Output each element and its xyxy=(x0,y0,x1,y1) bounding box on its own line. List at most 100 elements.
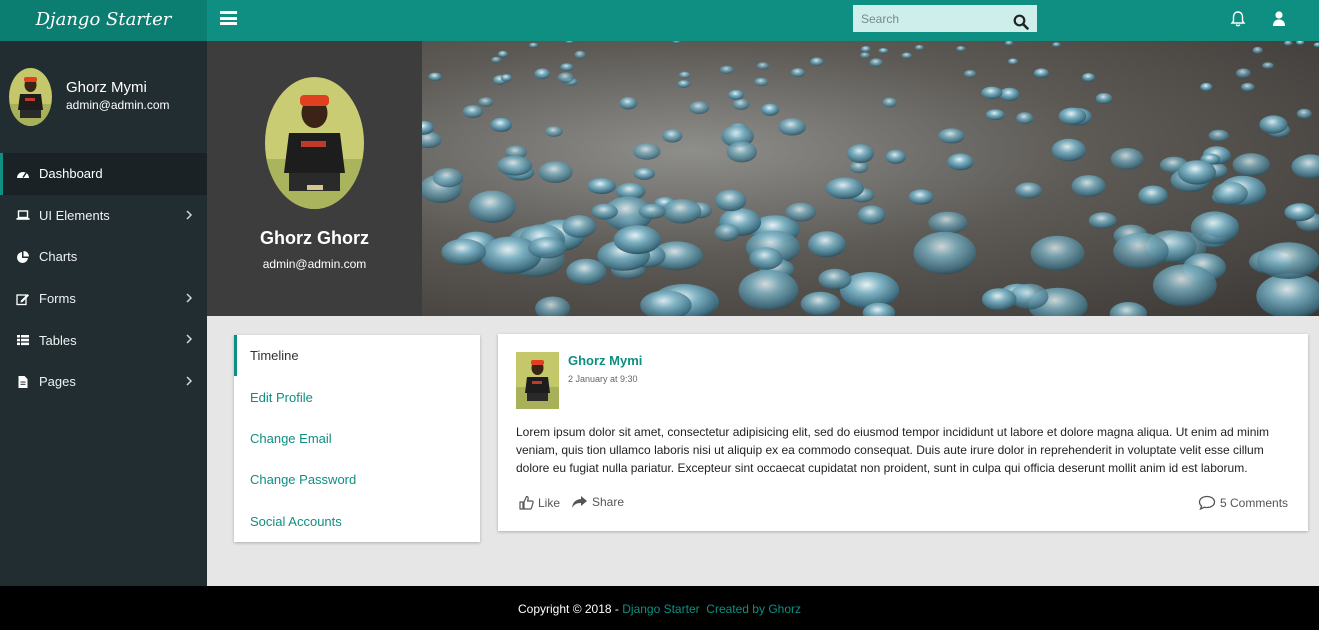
sidebar-item-dashboard[interactable]: Dashboard xyxy=(0,153,207,195)
water-droplet xyxy=(947,153,974,171)
sidebar-item-label: Charts xyxy=(39,249,78,265)
water-droplet xyxy=(1296,41,1305,45)
water-droplet xyxy=(908,189,934,205)
water-droplet xyxy=(1284,203,1315,222)
water-droplet xyxy=(857,205,886,225)
search-input[interactable] xyxy=(853,5,1003,32)
pie-chart-icon xyxy=(17,250,29,263)
water-droplet xyxy=(726,141,757,163)
water-droplet xyxy=(1095,93,1113,104)
brand-logo[interactable]: Django Starter xyxy=(0,0,207,41)
water-droplet xyxy=(441,238,486,265)
water-droplet xyxy=(1110,148,1144,170)
water-droplet xyxy=(500,74,512,82)
water-droplet xyxy=(938,128,965,144)
water-droplet xyxy=(728,89,744,100)
like-button[interactable]: Like xyxy=(519,495,560,510)
menu-item-social-accounts[interactable]: Social Accounts xyxy=(234,501,480,542)
water-droplet xyxy=(633,143,661,160)
water-droplet xyxy=(1252,46,1263,54)
footer-credit-link[interactable]: Created by Ghorz xyxy=(706,602,801,616)
water-droplet xyxy=(1152,264,1217,307)
water-droplet xyxy=(1256,273,1319,316)
water-droplet xyxy=(1259,115,1288,134)
menu-icon[interactable] xyxy=(220,11,237,25)
water-droplet xyxy=(672,41,681,44)
chevron-right-icon xyxy=(186,376,193,386)
water-droplet xyxy=(613,225,661,255)
sidebar-item-forms[interactable]: Forms xyxy=(0,278,207,320)
water-droplet xyxy=(560,63,574,71)
share-button[interactable]: Share xyxy=(571,495,624,509)
sidebar-item-ui-elements[interactable]: UI Elements xyxy=(0,195,207,237)
water-droplet xyxy=(778,118,806,136)
water-droplet xyxy=(1058,107,1087,125)
profile-email: admin@admin.com xyxy=(262,257,367,271)
water-droplet xyxy=(956,46,966,52)
timeline-post: Ghorz Mymi 2 January at 9:30 Lorem ipsum… xyxy=(498,334,1308,531)
water-droplet xyxy=(878,48,889,54)
water-droplet xyxy=(738,269,799,311)
water-droplet xyxy=(885,149,906,164)
water-droplet xyxy=(732,98,750,110)
water-droplet xyxy=(490,117,512,132)
water-droplet xyxy=(491,56,502,63)
chevron-right-icon xyxy=(186,334,193,344)
water-droplet xyxy=(1208,129,1229,142)
water-droplet xyxy=(1177,160,1217,185)
sidebar-item-pages[interactable]: Pages xyxy=(0,361,207,403)
water-droplet xyxy=(1016,112,1034,125)
water-droplet xyxy=(1200,82,1213,92)
water-droplet xyxy=(497,50,508,58)
water-droplet xyxy=(1232,153,1270,177)
menu-item-change-email[interactable]: Change Email xyxy=(234,418,480,459)
water-droplet xyxy=(914,44,924,51)
table-icon xyxy=(17,335,29,346)
water-droplet xyxy=(1088,212,1117,229)
sidebar-item-label: Pages xyxy=(39,374,76,390)
avatar xyxy=(516,352,559,409)
footer-copyright: Copyright © 2018 - xyxy=(518,602,623,616)
comments-button[interactable]: 5 Comments xyxy=(1198,495,1288,510)
water-droplet xyxy=(999,87,1020,101)
water-droplet xyxy=(861,46,871,53)
menu-item-timeline[interactable]: Timeline xyxy=(234,335,480,377)
search-icon[interactable] xyxy=(1013,14,1029,30)
water-droplet xyxy=(528,237,567,259)
top-navbar: Django Starter xyxy=(0,0,1319,41)
sidebar-item-label: Tables xyxy=(39,332,77,348)
water-droplet xyxy=(562,215,597,238)
post-author-link[interactable]: Ghorz Mymi xyxy=(568,353,642,368)
water-droplet xyxy=(1030,235,1085,271)
water-droplet xyxy=(462,105,483,118)
comments-label: 5 Comments xyxy=(1220,495,1289,510)
water-droplet xyxy=(901,52,912,59)
dashboard-icon xyxy=(17,171,29,178)
user-icon[interactable] xyxy=(1271,10,1287,28)
water-droplet xyxy=(468,190,516,223)
sidebar-item-tables[interactable]: Tables xyxy=(0,319,207,361)
sidebar-item-charts[interactable]: Charts xyxy=(0,236,207,278)
water-droplet xyxy=(754,77,769,87)
bell-icon[interactable] xyxy=(1230,10,1246,28)
water-droplet xyxy=(591,203,618,220)
user-email: admin@admin.com xyxy=(66,98,170,112)
footer-brand-link[interactable]: Django Starter xyxy=(622,602,699,616)
profile-card: Ghorz Ghorz admin@admin.com xyxy=(207,41,422,316)
sidebar: Ghorz Mymi admin@admin.com Dashboard UI … xyxy=(0,41,207,586)
share-label: Share xyxy=(592,495,625,509)
water-droplet xyxy=(985,109,1005,120)
profile-name: Ghorz Ghorz xyxy=(260,228,369,248)
menu-item-edit-profile[interactable]: Edit Profile xyxy=(234,376,480,417)
water-droplet xyxy=(677,80,691,88)
water-droplet xyxy=(1291,154,1319,179)
edit-icon xyxy=(16,293,29,305)
water-droplet xyxy=(882,97,897,108)
water-droplet xyxy=(534,68,551,80)
water-droplet xyxy=(825,177,864,200)
water-droplet xyxy=(1138,185,1168,206)
water-droplet xyxy=(1241,82,1255,92)
water-droplet xyxy=(749,247,783,270)
water-droplet xyxy=(808,231,846,258)
menu-item-change-password[interactable]: Change Password xyxy=(234,459,480,500)
